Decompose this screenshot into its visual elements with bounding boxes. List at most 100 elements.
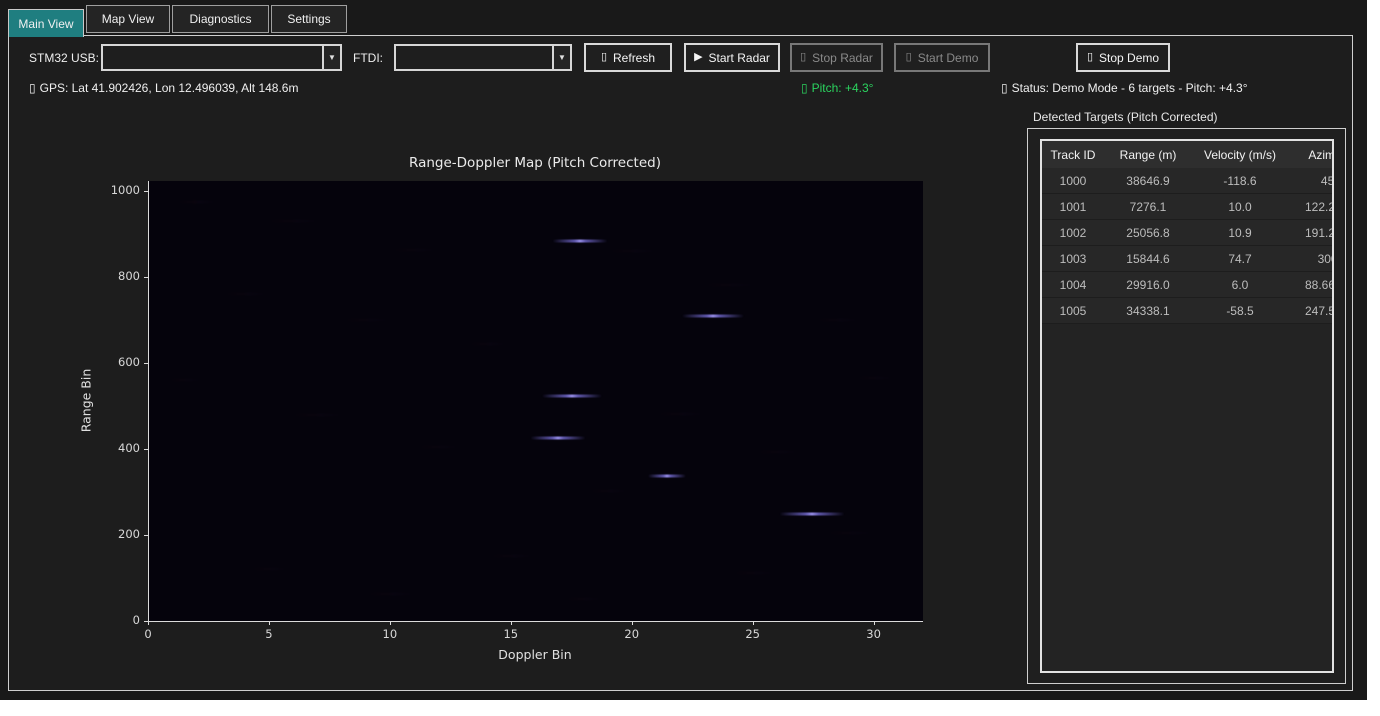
start-demo-button-icon: ▯ (906, 52, 912, 63)
noise-streak (468, 343, 508, 345)
range-doppler-heatmap (148, 181, 923, 622)
start-demo-button-label: Start Demo (918, 51, 979, 65)
chevron-down-glyph: ▼ (558, 53, 566, 62)
table-cell: 1000 (1042, 174, 1104, 188)
noise-streak (366, 593, 416, 595)
stop-demo-button-icon: ▯ (1087, 52, 1093, 63)
table-cell: 25056.8 (1104, 226, 1192, 240)
pitch-icon: ▯ (801, 81, 808, 95)
x-tick-mark (632, 621, 633, 625)
ftdi-label: FTDI: (353, 51, 383, 65)
noise-streak (731, 572, 776, 574)
table-row[interactable]: 10017276.110.0122.2510 (1042, 194, 1332, 220)
tab-settings[interactable]: Settings (271, 5, 347, 33)
noise-streak (291, 414, 346, 416)
tab-map-view[interactable]: Map View (86, 5, 170, 33)
table-body: 100038646.9-118.645°10017276.110.0122.25… (1042, 168, 1332, 324)
table-cell: 15844.6 (1104, 252, 1192, 266)
target-streak (682, 315, 744, 318)
table-cell: -118.6 (1192, 174, 1288, 188)
noise-streak (855, 377, 895, 379)
stm32-usb-label: STM32 USB: (29, 51, 99, 65)
noise-streak (391, 249, 439, 251)
table-cell: 45° (1288, 174, 1334, 188)
column-header-track-id: Track ID (1042, 148, 1104, 162)
table-cell: 7276.1 (1104, 200, 1192, 214)
table-cell: 1002 (1042, 226, 1104, 240)
gps-text: GPS: Lat 41.902426, Lon 12.496039, Alt 1… (40, 81, 299, 95)
refresh-button-label: Refresh (613, 51, 655, 65)
x-tick-mark (390, 621, 391, 625)
table-cell: 122.2510 (1288, 200, 1334, 214)
table-cell: 191.2552 (1288, 226, 1334, 240)
ftdi-combobox[interactable]: ▼ (394, 44, 572, 71)
table-row[interactable]: 100534338.1-58.5247.5104 (1042, 298, 1332, 324)
target-streak (542, 395, 602, 398)
x-tick-mark (269, 621, 270, 625)
noise-streak (267, 220, 322, 222)
refresh-button[interactable]: ▯ Refresh (584, 43, 672, 72)
start-demo-button: ▯ Start Demo (894, 43, 990, 72)
table-cell: 1005 (1042, 304, 1104, 318)
table-cell: 74.7 (1192, 252, 1288, 266)
chevron-down-icon[interactable]: ▼ (552, 46, 570, 69)
y-tick-label: 0 (70, 613, 140, 627)
noise-streak (223, 293, 268, 295)
noise-streak (825, 532, 875, 534)
noise-streak (168, 379, 203, 381)
table-row[interactable]: 100225056.810.9191.2552 (1042, 220, 1332, 246)
column-header-velocity-m-s: Velocity (m/s) (1192, 148, 1288, 162)
x-tick-label: 10 (370, 627, 410, 641)
detected-targets-label: Detected Targets (Pitch Corrected) (1033, 110, 1218, 124)
x-tick-label: 25 (733, 627, 773, 641)
x-tick-mark (753, 621, 754, 625)
stop-radar-button-label: Stop Radar (812, 51, 873, 65)
detected-targets-table: Track IDRange (m)Velocity (m/s)Azimuth 1… (1040, 139, 1334, 673)
stop-radar-button-icon: ▯ (800, 52, 806, 63)
y-tick-mark (144, 191, 148, 192)
x-tick-label: 5 (249, 627, 289, 641)
main-view-panel: STM32 USB: ▼ FTDI: ▼ ▯ Refresh ▶Start Rada… (8, 35, 1353, 691)
y-tick-label: 800 (70, 269, 140, 283)
start-radar-button-icon: ▶ (694, 52, 702, 63)
tab-diagnostics[interactable]: Diagnostics (172, 5, 269, 33)
table-row[interactable]: 100429916.06.088.66998 (1042, 272, 1332, 298)
table-row[interactable]: 100315844.674.7300° (1042, 246, 1332, 272)
status-text: Status: Demo Mode - 6 targets - Pitch: +… (1012, 81, 1248, 95)
noise-streak (489, 555, 534, 557)
noise-streak (250, 568, 290, 570)
table-cell: 88.66998 (1288, 278, 1334, 292)
stop-demo-button[interactable]: ▯ Stop Demo (1076, 43, 1170, 72)
refresh-button-icon: ▯ (601, 52, 607, 63)
y-tick-mark (144, 449, 148, 450)
table-cell: 247.5104 (1288, 304, 1334, 318)
gps-status-text: ▯GPS: Lat 41.902426, Lon 12.496039, Alt … (29, 81, 298, 95)
status-icon: ▯ (1001, 81, 1008, 95)
table-row[interactable]: 100038646.9-118.645° (1042, 168, 1332, 194)
stop-demo-button-label: Stop Demo (1099, 51, 1159, 65)
noise-streak (417, 446, 462, 448)
table-cell: 1003 (1042, 252, 1104, 266)
y-axis-label: Range Bin (79, 341, 94, 461)
noise-streak (656, 413, 706, 415)
table-cell: 38646.9 (1104, 174, 1192, 188)
tab-main-view[interactable]: Main View (8, 9, 84, 37)
chevron-down-icon[interactable]: ▼ (322, 46, 340, 69)
x-tick-label: 15 (491, 627, 531, 641)
x-axis-label: Doppler Bin (148, 647, 922, 662)
table-cell: -58.5 (1192, 304, 1288, 318)
chevron-down-glyph: ▼ (328, 53, 336, 62)
table-cell: 6.0 (1192, 278, 1288, 292)
start-radar-button[interactable]: ▶Start Radar (684, 43, 780, 72)
tab-bar: Main ViewMap ViewDiagnosticsSettings (8, 5, 349, 36)
stm32-usb-combobox[interactable]: ▼ (101, 44, 342, 71)
table-cell: 29916.0 (1104, 278, 1192, 292)
stop-radar-button: ▯ Stop Radar (790, 43, 883, 72)
target-streak (530, 437, 585, 440)
pitch-status-text: ▯Pitch: +4.3° (801, 81, 873, 95)
table-cell: 10.9 (1192, 226, 1288, 240)
noise-streak (702, 284, 757, 286)
demo-status-text: ▯ Status: Demo Mode - 6 targets - Pitch: … (1001, 81, 1248, 95)
noise-streak (177, 201, 217, 203)
app-window: Main ViewMap ViewDiagnosticsSettings STM… (0, 0, 1367, 700)
